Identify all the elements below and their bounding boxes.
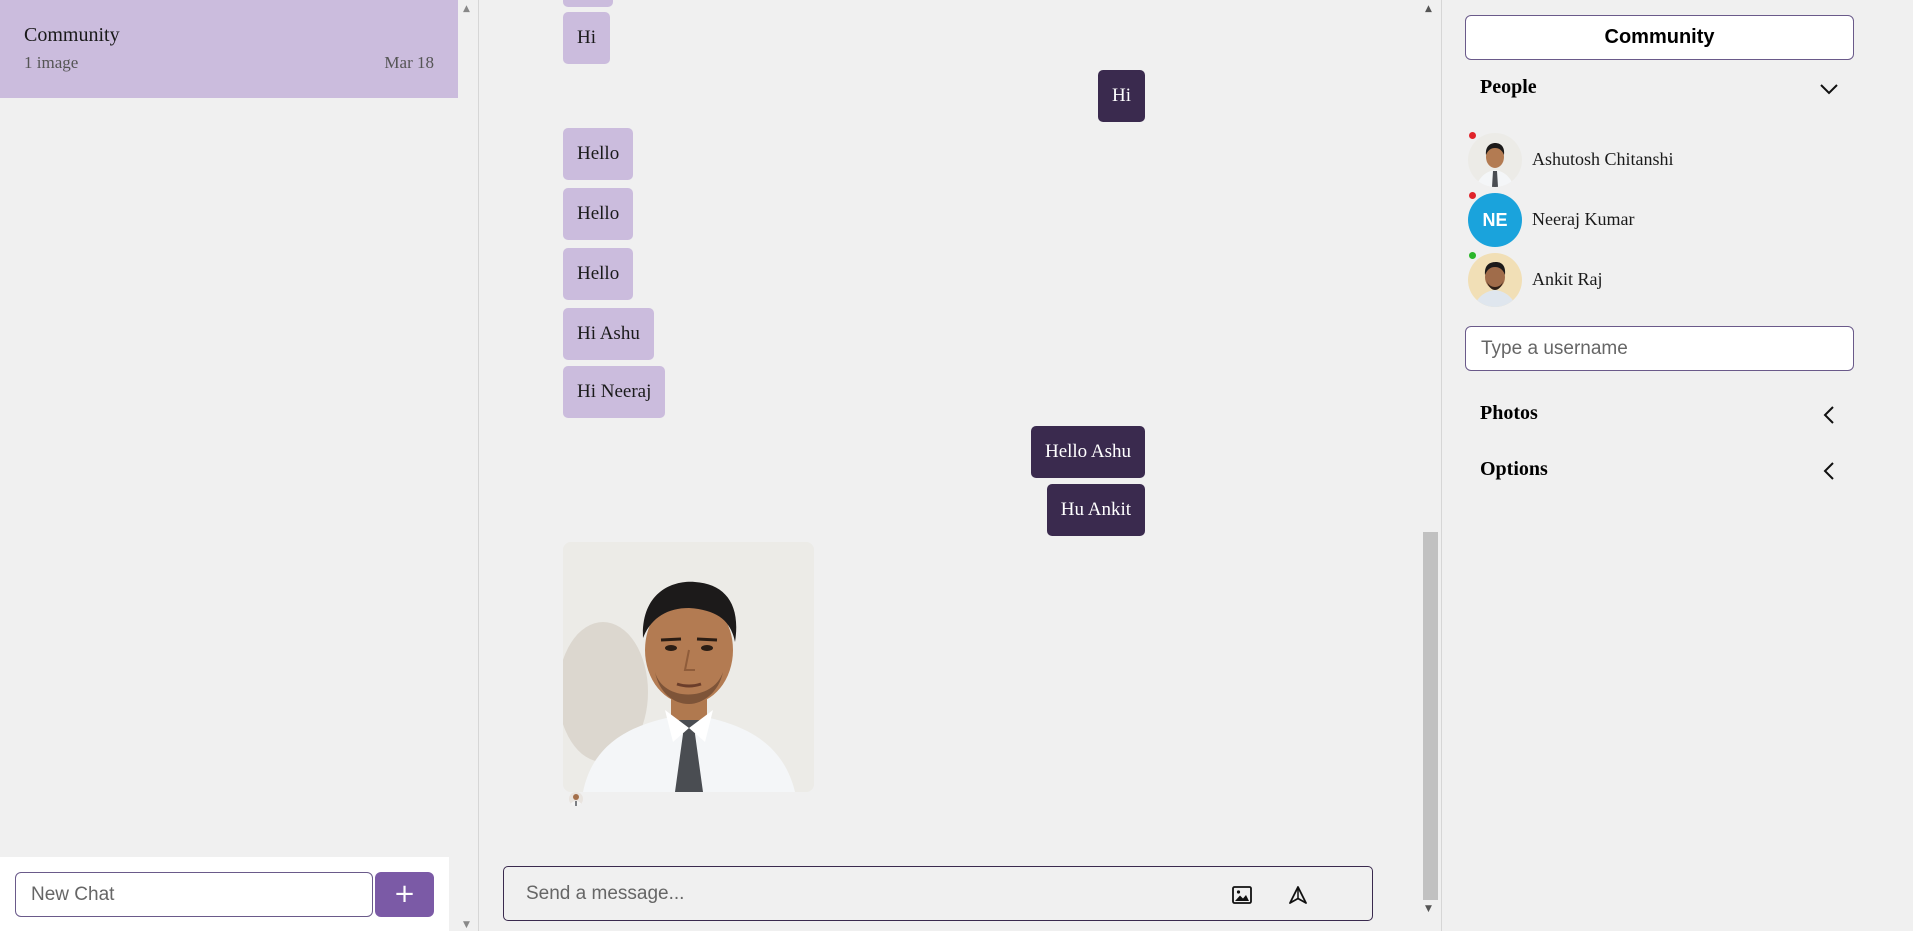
portrait-photo <box>563 542 814 792</box>
message-bubble-incoming: Hi Ashu <box>563 308 654 360</box>
chat-scroll-up-arrow[interactable]: ▲ <box>1425 4 1432 14</box>
chevron-left-icon <box>1823 406 1834 424</box>
chevron-down-icon <box>1820 84 1838 95</box>
status-dot <box>1469 192 1476 199</box>
person-item[interactable]: Ankit Raj <box>1468 252 1828 309</box>
message-composer <box>503 866 1373 921</box>
chat-window: Hi Hi Hello Hello Hello Hi Ashu Hi Neera… <box>480 0 1441 931</box>
chat-name: Community <box>24 24 120 46</box>
chat-date: Mar 18 <box>384 53 434 72</box>
options-section-toggle[interactable]: Options <box>1480 456 1840 486</box>
message-input[interactable] <box>514 875 1184 912</box>
person-item[interactable]: Ashutosh Chitanshi <box>1468 132 1828 189</box>
message-bubble-outgoing: Hu Ankit <box>1046 484 1145 536</box>
new-chat-bar: + <box>0 857 449 931</box>
chat-title: Community <box>1465 15 1854 60</box>
options-section-label: Options <box>1480 458 1548 480</box>
chat-details-panel: Community People Ashutosh Chitanshi NE N… <box>1441 0 1913 931</box>
photos-section-toggle[interactable]: Photos <box>1480 400 1840 430</box>
message-bubble-incoming: Hello <box>563 188 634 240</box>
message-bubble-incoming: Hello <box>563 128 634 180</box>
message-bubble-outgoing: Hi <box>1098 70 1145 122</box>
send-icon[interactable] <box>1284 881 1312 909</box>
avatar: NE <box>1468 193 1522 247</box>
person-name: Ashutosh Chitanshi <box>1532 149 1674 169</box>
message-bubble-outgoing: Hello Ashu <box>1030 426 1145 478</box>
chat-list-item-community[interactable]: Community 1 image Mar 18 <box>0 0 458 98</box>
add-username-input[interactable] <box>1465 326 1854 371</box>
message-bubble-incoming: Hello <box>563 248 634 300</box>
chat-last-message: 1 image <box>24 53 79 72</box>
new-chat-input[interactable] <box>15 872 373 917</box>
message-bubble-incoming: Hi <box>563 12 610 64</box>
status-dot <box>1469 252 1476 259</box>
message-bubble-partial <box>563 0 613 7</box>
image-icon[interactable] <box>1228 881 1256 909</box>
people-section-label: People <box>1480 76 1537 98</box>
person-item[interactable]: NE Neeraj Kumar <box>1468 192 1828 249</box>
chat-scroll-down-arrow[interactable]: ▼ <box>1425 904 1432 914</box>
sidebar-scroll-down-arrow[interactable]: ▼ <box>463 920 470 930</box>
status-dot <box>1469 132 1476 139</box>
add-chat-button[interactable]: + <box>375 872 434 917</box>
chevron-left-icon <box>1823 462 1834 480</box>
chat-sidebar: Community 1 image Mar 18 ▲ ▼ + <box>0 0 479 931</box>
avatar <box>1468 133 1522 187</box>
chat-scrollbar-thumb[interactable] <box>1423 532 1438 900</box>
message-bubble-incoming: Hi Neeraj <box>563 366 666 418</box>
photos-section-label: Photos <box>1480 402 1538 424</box>
read-receipt-avatar <box>569 792 583 806</box>
avatar <box>1468 253 1522 307</box>
people-section-toggle[interactable]: People <box>1480 74 1840 104</box>
person-name: Neeraj Kumar <box>1532 209 1635 229</box>
image-message[interactable] <box>563 542 814 792</box>
person-name: Ankit Raj <box>1532 269 1603 289</box>
sidebar-scroll-up-arrow[interactable]: ▲ <box>463 4 470 14</box>
